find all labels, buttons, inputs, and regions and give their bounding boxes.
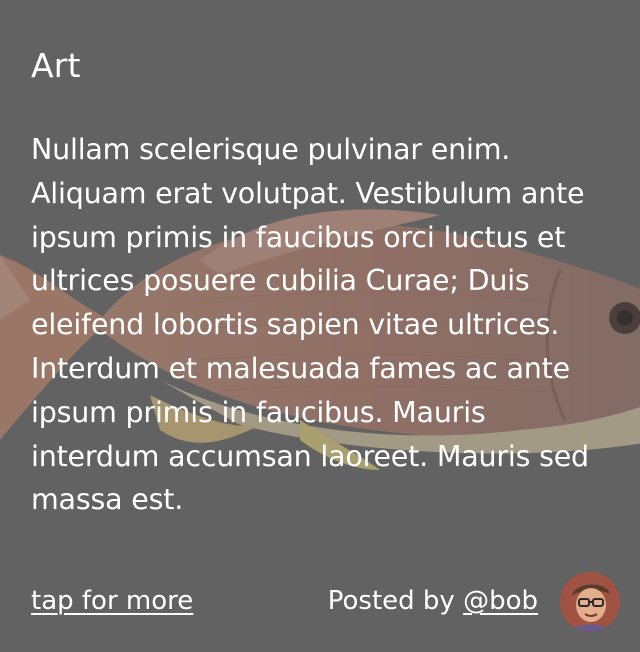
card-footer: tap for more Posted by @bob xyxy=(0,572,640,633)
tap-for-more-link[interactable]: tap for more xyxy=(31,583,193,619)
card-body-text: Nullam scelerisque pulvinar enim. Aliqua… xyxy=(31,133,589,517)
author-handle-link[interactable]: @bob xyxy=(463,586,538,616)
posted-by-label: Posted by xyxy=(327,586,464,616)
avatar-icon[interactable] xyxy=(560,572,620,632)
post-card[interactable]: Art Nullam scelerisque pulvinar enim. Al… xyxy=(0,0,640,652)
card-title: Art xyxy=(31,46,81,85)
posted-by-line: Posted by @bob xyxy=(328,583,538,619)
